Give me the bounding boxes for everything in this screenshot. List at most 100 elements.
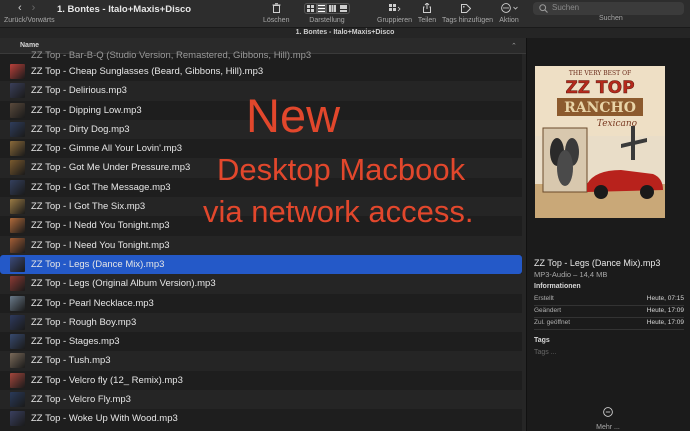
album-thumbnail [10, 353, 25, 369]
annotation-line-1: New [246, 89, 341, 142]
list-item[interactable]: ZZ Top - Legs (Dance Mix).mp3 [0, 254, 522, 275]
album-thumbnail [10, 160, 25, 176]
album-thumbnail [10, 314, 25, 330]
album-thumbnail [10, 392, 25, 408]
file-name: ZZ Top - Pearl Necklace.mp3 [31, 297, 154, 309]
album-thumbnail [10, 102, 25, 118]
list-item[interactable]: ZZ Top - I Need You Tonight.mp3 [0, 235, 522, 255]
file-name: ZZ Top - Rough Boy.mp3 [31, 316, 137, 328]
album-thumbnail [10, 218, 25, 234]
file-name: ZZ Top - Legs (Dance Mix).mp3 [31, 258, 165, 270]
file-name: ZZ Top - Stages.mp3 [31, 336, 120, 348]
cover-band: ZZ TOP [565, 78, 634, 98]
tab-title[interactable]: 1. Bontes - Italo+Maxis+Disco [0, 29, 690, 36]
window-title: 1. Bontes - Italo+Maxis+Disco [57, 4, 192, 15]
share-icon [423, 3, 431, 13]
list-item[interactable]: ZZ Top - Tush.mp3 [0, 351, 522, 371]
tags-input[interactable]: Tags ... [534, 349, 557, 356]
file-name: ZZ Top - Dipping Low.mp3 [31, 104, 142, 116]
file-name: ZZ Top - Legs (Original Album Version).m… [31, 278, 216, 290]
preview-file-name: ZZ Top - Legs (Dance Mix).mp3 [534, 258, 661, 268]
file-name: ZZ Top - Gimme All Your Lovin'.mp3 [31, 143, 183, 155]
file-name: ZZ Top - Woke Up With Wood.mp3 [31, 413, 178, 425]
album-thumbnail [10, 199, 25, 215]
ellipsis-circle-icon [603, 407, 613, 417]
cover-title: RANCHO [564, 100, 636, 116]
column-view-icon[interactable] [327, 4, 338, 13]
annotation-line-3: via network access. [203, 194, 474, 229]
cover-tagline: THE VERY BEST OF [569, 70, 631, 77]
list-item[interactable]: ZZ Top - Cheap Sunglasses (Beard, Gibbon… [0, 62, 522, 81]
file-name: ZZ Top - Velcro fly (12_ Remix).mp3 [31, 374, 183, 386]
chevron-left-icon[interactable]: ‹ [18, 2, 22, 14]
view-mode-control[interactable]: Darstellung [295, 2, 359, 24]
search-icon [539, 4, 548, 13]
file-name: ZZ Top - Cheap Sunglasses (Beard, Gibbon… [31, 66, 264, 77]
file-name: ZZ Top - I Nedd You Tonight.mp3 [31, 220, 170, 232]
chevron-right-icon[interactable]: › [32, 2, 36, 14]
album-thumbnail [10, 237, 25, 253]
action-menu[interactable]: Aktion [497, 2, 521, 24]
info-value: Heute, 17:09 [646, 319, 684, 326]
album-thumbnail [10, 372, 25, 388]
file-name: ZZ Top - Delirious.mp3 [31, 85, 127, 97]
tags-heading: Tags [534, 337, 550, 344]
list-item[interactable]: ZZ Top - Bar-B-Q (Studio Version, Remast… [0, 50, 522, 62]
icon-view-icon[interactable] [305, 4, 316, 13]
info-opened-row: Zul. geöffnet Heute, 17:09 [534, 318, 684, 330]
file-name: ZZ Top - I Need You Tonight.mp3 [31, 239, 170, 251]
list-item[interactable]: ZZ Top - Velcro fly (12_ Remix).mp3 [0, 371, 522, 390]
album-thumbnail [10, 83, 25, 99]
delete-label: Löschen [263, 17, 290, 24]
info-key: Zul. geöffnet [534, 319, 571, 326]
album-thumbnail [10, 334, 25, 350]
back-forward-nav[interactable]: ‹ › Zurück/Vorwärts [4, 2, 55, 24]
search-label: Suchen [599, 15, 623, 22]
list-item[interactable]: ZZ Top - Stages.mp3 [0, 332, 522, 351]
add-tags-button[interactable]: Tags hinzufügen [442, 2, 493, 24]
list-view-icon[interactable] [316, 3, 327, 13]
name-column-header[interactable]: Name [20, 42, 39, 49]
list-item[interactable]: ZZ Top - Pearl Necklace.mp3 [0, 294, 522, 313]
toolbar: ‹ › Zurück/Vorwärts 1. Bontes - Italo+Ma… [0, 0, 690, 27]
file-name: ZZ Top - Velcro Fly.mp3 [31, 394, 131, 406]
album-thumbnail [10, 64, 25, 79]
file-name: ZZ Top - Got Me Under Pressure.mp3 [31, 162, 191, 174]
ellipsis-circle-icon [500, 3, 511, 13]
group-button[interactable]: Gruppieren [377, 2, 412, 24]
list-item[interactable]: ZZ Top - Legs (Original Album Version).m… [0, 274, 522, 294]
file-name: ZZ Top - Tush.mp3 [31, 355, 111, 367]
file-name: ZZ Top - I Got The Message.mp3 [31, 181, 171, 193]
album-cover: THE VERY BEST OF ZZ TOP RANCHO Texicano [535, 66, 665, 218]
album-thumbnail [10, 256, 25, 272]
trash-icon [272, 3, 280, 13]
add-tags-label: Tags hinzufügen [442, 17, 493, 24]
more-button[interactable]: Mehr ... [593, 404, 623, 431]
album-thumbnail [10, 295, 25, 311]
preview-file-meta: MP3-Audio – 14,4 MB [534, 270, 608, 279]
album-thumbnail [10, 276, 25, 292]
info-modified-row: Geändert Heute, 17:09 [534, 306, 684, 318]
info-key: Geändert [534, 307, 562, 314]
info-heading: Informationen [534, 283, 581, 290]
more-label: Mehr ... [596, 424, 620, 431]
search-placeholder: Suchen [552, 3, 580, 12]
group-label: Gruppieren [377, 17, 413, 24]
info-created-row: Erstellt Heute, 07:15 [534, 294, 684, 306]
delete-button[interactable]: Löschen [263, 2, 289, 24]
file-name: ZZ Top - I Got The Six.mp3 [31, 201, 146, 213]
album-thumbnail [10, 179, 25, 195]
list-item[interactable]: ZZ Top - Woke Up With Wood.mp3 [0, 409, 522, 428]
sort-chevron-icon[interactable]: ⌃ [511, 42, 517, 50]
annotation-line-2: Desktop Macbook [217, 152, 466, 187]
info-key: Erstellt [534, 295, 554, 302]
share-label: Teilen [417, 17, 437, 24]
gallery-view-icon[interactable] [338, 4, 349, 13]
album-thumbnail [10, 121, 25, 137]
list-item[interactable]: ZZ Top - Rough Boy.mp3 [0, 312, 522, 333]
preview-pane: THE VERY BEST OF ZZ TOP RANCHO Texicano … [526, 38, 690, 431]
list-item[interactable]: ZZ Top - Velcro Fly.mp3 [0, 390, 522, 410]
file-name: ZZ Top - Dirty Dog.mp3 [31, 123, 130, 135]
share-button[interactable]: Teilen [417, 2, 437, 24]
search-field[interactable]: Suchen [533, 2, 684, 15]
